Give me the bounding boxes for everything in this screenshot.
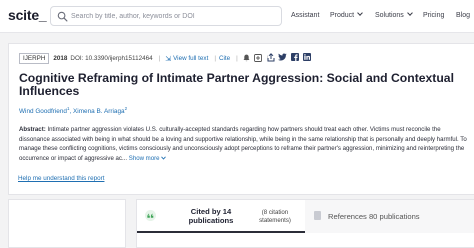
scite-logo[interactable]: scite_ <box>8 7 47 23</box>
author-list: Wind Goodfriend1, Ximena B. Arriaga2 <box>19 106 128 116</box>
help-understand-report-link[interactable]: Help me understand this report <box>18 175 104 182</box>
chevron-down-icon <box>161 156 167 160</box>
external-link-icon: ⇲ <box>165 55 172 63</box>
divider: | <box>236 55 238 62</box>
cite-link[interactable]: Cite <box>219 55 230 62</box>
share-icon[interactable] <box>266 53 275 62</box>
tab-references[interactable]: References 80 publications <box>305 200 474 233</box>
quote-icon <box>145 210 156 221</box>
author-link[interactable]: Wind Goodfriend1 <box>19 106 69 115</box>
show-more-link[interactable]: Show more <box>129 155 167 162</box>
nav-pricing[interactable]: Pricing <box>423 12 444 19</box>
search-box[interactable] <box>50 6 282 26</box>
dashboard-add-icon[interactable] <box>253 53 262 64</box>
top-navigation-bar: scite_ Assistant Product Solutions Prici… <box>0 0 474 33</box>
citation-statements-count: (8 citation statements) <box>259 209 291 224</box>
abstract-label: Abstract: <box>19 126 46 133</box>
share-buttons <box>266 53 311 62</box>
divider: | <box>158 55 161 62</box>
abstract: Abstract: Intimate partner aggression vi… <box>19 125 471 163</box>
twitter-icon[interactable] <box>278 53 287 62</box>
search-input[interactable] <box>71 9 279 24</box>
nav-solutions[interactable]: Solutions <box>375 10 413 19</box>
facebook-icon[interactable] <box>290 53 299 62</box>
citation-tabs: Cited by 14 publications (8 citation sta… <box>136 199 474 248</box>
view-full-text-link[interactable]: View full text <box>173 55 208 62</box>
linkedin-icon[interactable] <box>302 53 311 62</box>
document-icon <box>314 211 321 220</box>
chevron-down-icon <box>406 10 413 16</box>
article-meta: IJERPH 2018 DOI: 10.3390/ijerph15112464 … <box>19 53 271 64</box>
chevron-down-icon <box>357 10 363 16</box>
nav-blog[interactable]: Blog <box>456 12 470 19</box>
article-title: Cognitive Reframing of Intimate Partner … <box>19 71 454 98</box>
nav-assistant[interactable]: Assistant <box>291 12 319 19</box>
divider: | <box>214 55 216 62</box>
journal-badge[interactable]: IJERPH <box>19 53 50 64</box>
author-link[interactable]: Ximena B. Arriaga2 <box>73 106 127 115</box>
side-panel <box>8 199 126 248</box>
tab-cited-by[interactable]: Cited by 14 publications (8 citation sta… <box>137 200 305 233</box>
abstract-text: Intimate partner aggression violates U.S… <box>19 126 467 162</box>
search-icon <box>57 11 68 22</box>
article-card: IJERPH 2018 DOI: 10.3390/ijerph15112464 … <box>8 43 474 195</box>
cited-by-count: Cited by 14 publications <box>188 207 234 225</box>
publication-year: 2018 <box>53 55 68 62</box>
references-count: References 80 publications <box>328 212 420 221</box>
doi-text[interactable]: DOI: 10.3390/ijerph15112464 <box>70 55 152 62</box>
bell-icon[interactable] <box>243 54 250 64</box>
nav-product[interactable]: Product <box>330 10 363 19</box>
